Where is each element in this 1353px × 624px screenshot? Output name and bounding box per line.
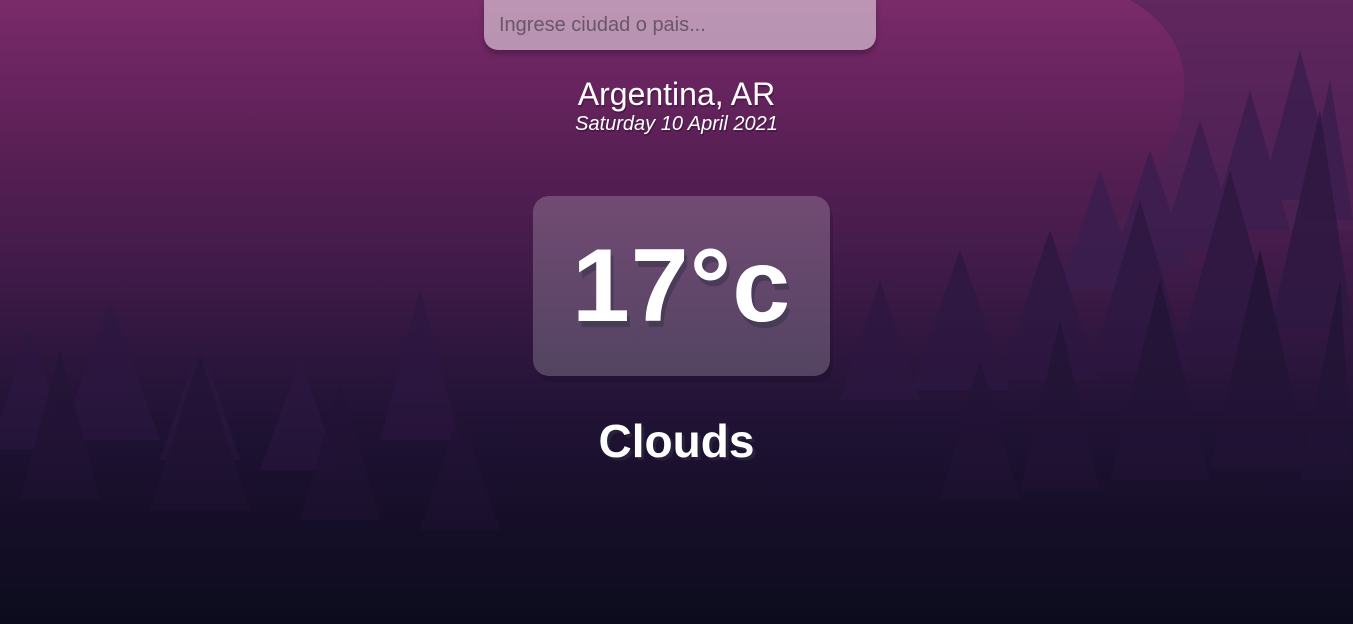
temperature-card: 17°c	[533, 196, 830, 376]
temperature-value: 17°c	[571, 228, 792, 344]
current-date: Saturday 10 April 2021	[575, 113, 778, 135]
location-name: Argentina, AR	[577, 76, 776, 112]
weather-condition: Clouds	[598, 415, 755, 467]
search-input[interactable]	[484, 0, 876, 50]
